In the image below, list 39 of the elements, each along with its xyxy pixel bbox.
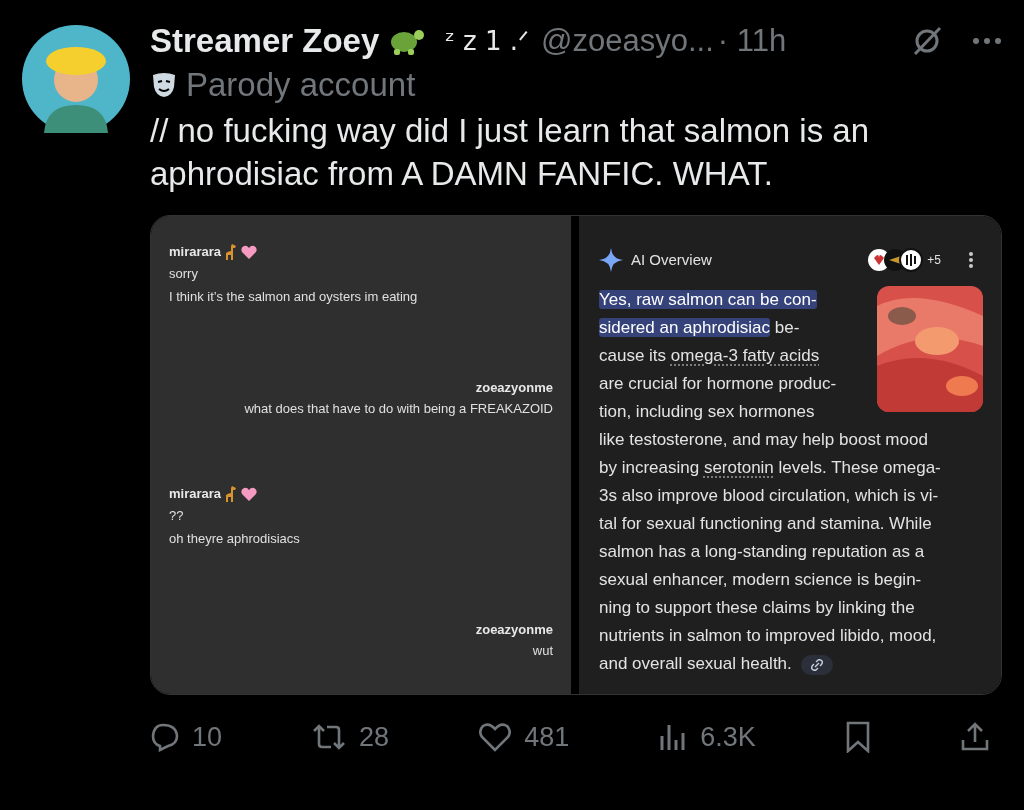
avatar[interactable] [22, 25, 130, 133]
link-icon[interactable] [800, 654, 833, 675]
theater-mask-icon [150, 71, 178, 99]
share-icon[interactable] [959, 722, 990, 753]
heart-icon [241, 486, 258, 501]
chat-sender: mirarara [169, 485, 222, 503]
giraffe-icon [225, 485, 238, 502]
chat-message: sorry [169, 264, 198, 283]
reply-icon[interactable] [150, 722, 180, 753]
chat-sender: zoeazyonme [475, 620, 553, 639]
more-icon[interactable] [972, 36, 1002, 46]
chat-message: what does that have to do with being a FREAKAZOID [244, 400, 553, 418]
chat-message: wut [532, 642, 553, 660]
post-text: // no fucking way did I just learn that salmon is an aphrodisiac from A DAMN FANFIC. WHAT. [150, 111, 871, 194]
chat-message: ?? [169, 506, 184, 525]
user-handle[interactable]: @zoeasyo... [541, 21, 714, 61]
action-count: 481 [524, 721, 570, 754]
giraffe-icon [225, 243, 238, 260]
action-count: 10 [192, 721, 223, 754]
action-count: 28 [359, 721, 390, 754]
source-icons[interactable] [867, 248, 924, 272]
heart-icon [241, 244, 258, 259]
heart-icon[interactable] [478, 722, 513, 753]
display-name[interactable]: Streamer Zoey [150, 21, 380, 61]
chat-sender: zoeazyonme [475, 378, 553, 397]
chat-sender: mirarara [169, 243, 222, 261]
parody-label: Parody account [186, 65, 416, 106]
more-vertical-icon[interactable] [969, 252, 973, 268]
image-card[interactable] [150, 215, 1002, 695]
source-count[interactable]: +5 [927, 251, 941, 269]
chat-message: I think it’s the salmon and oysters im eating [169, 287, 418, 306]
name-decoration: ᶻ z 1 .ᐟ [445, 25, 530, 58]
action-count: 6.3K [700, 721, 756, 754]
bookmark-icon[interactable] [844, 721, 871, 754]
sparkle-icon [599, 248, 623, 272]
post-time[interactable]: · 11h [717, 21, 787, 61]
chat-message: oh theyre aphrodisiacs [169, 529, 300, 548]
ai-overview-title: AI Overview [631, 249, 712, 270]
ai-overview-text: Yes, raw salmon can be con- sidered an aphrodisiac be- cause its omega-3 fatty acids are crucial for hormone produc- tion, including sex hormones like testosterone, and may help boost mood by increasing serotonin levels. These omega- 3s also improve blood circulation, which is vi- tal for sexual functioning and stamina. While salmon has a long-standing reputation as a sexual enhancer, modern science is begin- ning to support these claims by linking the nutrients in salmon to improved libido, mood, and overall sexual health. [599, 289, 942, 677]
